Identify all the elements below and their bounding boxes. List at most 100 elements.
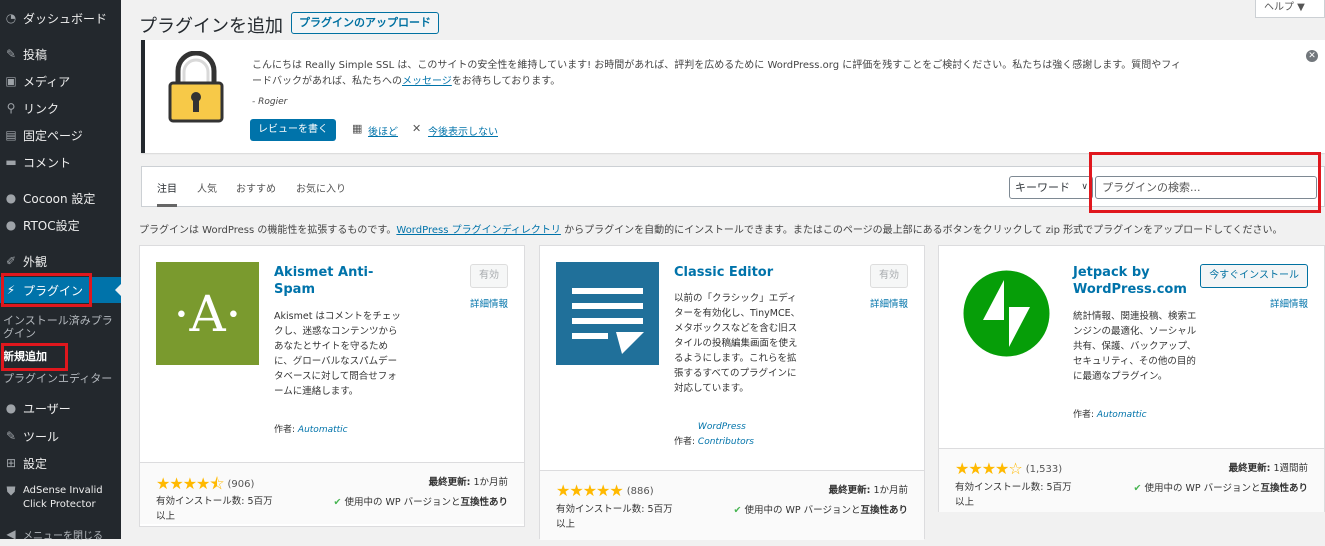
plugin-name[interactable]: Jetpack by WordPress.com	[1073, 264, 1191, 298]
plugin-author: 作者: Automattic	[1073, 408, 1147, 423]
updated-label: 最終更新:	[428, 477, 471, 488]
menu-rtoc[interactable]: ● RTOC設定	[0, 213, 121, 237]
author-link[interactable]: Automattic	[298, 425, 348, 435]
more-details-link[interactable]: 詳細情報	[470, 296, 508, 310]
chevron-down-icon: ∨	[1081, 182, 1088, 192]
tab-favorites[interactable]: お気に入り	[296, 180, 346, 195]
plugin-name[interactable]: Classic Editor	[674, 264, 804, 281]
star-rating: ★★★★★ (886)	[556, 481, 654, 500]
last-updated: 最終更新: 1週間前	[1229, 460, 1308, 474]
user-icon: ●	[5, 401, 17, 415]
tool-icon: ✎	[5, 429, 17, 443]
tab-recommended[interactable]: おすすめ	[236, 180, 276, 195]
dismiss-x-icon: ✕	[412, 122, 422, 135]
menu-label: 投稿	[23, 47, 48, 62]
jetpack-logo-icon[interactable]	[955, 262, 1058, 365]
search-type-select[interactable]: キーワード ∨	[1009, 176, 1093, 199]
menu-label: Cocoon 設定	[23, 191, 96, 206]
lock-icon	[168, 51, 224, 123]
highlight-add-new	[1, 343, 68, 371]
active-installs: 有効インストール数: 5百万以上	[556, 504, 673, 530]
description-after: からプラグインを自動的にインストールできます。またはこのページの最上部にあるボタ…	[560, 225, 1283, 236]
plugin-directory-link[interactable]: WordPress プラグインディレクトリ	[396, 225, 561, 236]
check-icon: ✔	[733, 505, 742, 516]
compat-bold: 互換性あり	[1260, 483, 1308, 494]
plugin-author: 作者: WordPress Contributors	[674, 420, 778, 450]
menu-settings[interactable]: ⊞ 設定	[0, 451, 121, 475]
submenu-installed-plugins[interactable]: インストール済みプラグイン	[3, 314, 113, 340]
tab-popular[interactable]: 人気	[197, 180, 217, 195]
compat-bold: 互換性あり	[460, 497, 508, 508]
menu-collapse[interactable]: ◀ メニューを閉じる	[0, 522, 121, 546]
menu-posts[interactable]: ✎ 投稿	[0, 42, 121, 66]
menu-dashboard[interactable]: ◔ ダッシュボード	[0, 6, 121, 30]
updated-label: 最終更新:	[1228, 463, 1271, 474]
submenu-plugin-editor[interactable]: プラグインエディター	[3, 372, 112, 385]
never-show-link[interactable]: 今後表示しない	[428, 123, 498, 138]
later-link[interactable]: 後ほど	[368, 123, 398, 138]
shield-icon: ⛊	[6, 484, 16, 498]
rating-count[interactable]: (1,533)	[1026, 464, 1062, 475]
menu-cocoon[interactable]: ● Cocoon 設定	[0, 186, 121, 210]
link-icon: ⚲	[6, 101, 16, 115]
akismet-logo-icon[interactable]: ·A·	[156, 262, 259, 365]
settings-icon: ⊞	[5, 456, 17, 470]
tab-featured[interactable]: 注目	[157, 180, 177, 207]
updated-label: 最終更新:	[828, 485, 871, 496]
menu-label: 設定	[23, 456, 48, 471]
menu-comments[interactable]: ▬ コメント	[0, 150, 121, 174]
plugin-card-jetpack: Jetpack by WordPress.com 今すぐインストール 詳細情報 …	[938, 245, 1325, 512]
updated-value: 1週間前	[1273, 463, 1308, 474]
help-tab[interactable]: ヘルプ ▼	[1255, 0, 1325, 18]
menu-pages[interactable]: ▤ 固定ページ	[0, 123, 121, 147]
last-updated: 最終更新: 1か月前	[429, 474, 508, 488]
star-rating: ★★★★☆ (1,533)	[955, 459, 1062, 478]
menu-label: ユーザー	[23, 401, 71, 416]
menu-label: ツール	[23, 429, 60, 444]
plugin-description: 以前の「クラシック」エディターを有効化し、TinyMCE、メタボックスなどを含む…	[674, 293, 801, 394]
rating-count[interactable]: (906)	[228, 479, 255, 490]
menu-adsense[interactable]: ⛊ AdSense Invalid Click Protector	[0, 484, 121, 514]
updated-value: 1か月前	[873, 485, 908, 496]
menu-tools[interactable]: ✎ ツール	[0, 424, 121, 448]
upload-plugin-button[interactable]: プラグインのアップロード	[291, 12, 439, 34]
notice-text-end: をお待ちしております。	[451, 76, 561, 87]
stars: ★★★★★	[556, 481, 624, 500]
plugin-description: Akismet はコメントをチェックし、迷惑なコンテンツからあなたとサイトを守る…	[274, 311, 401, 397]
stars: ★★★★☆	[955, 459, 1023, 478]
more-details-link[interactable]: 詳細情報	[1270, 296, 1308, 310]
classic-editor-logo-icon[interactable]	[556, 262, 659, 365]
author-link[interactable]: Automattic	[1097, 410, 1147, 420]
comment-icon: ▬	[5, 155, 17, 169]
plugin-name[interactable]: Akismet Anti-Spam	[274, 264, 384, 298]
menu-users[interactable]: ● ユーザー	[0, 396, 121, 420]
menu-links[interactable]: ⚲ リンク	[0, 96, 121, 120]
rating-count[interactable]: (886)	[627, 486, 654, 497]
menu-media[interactable]: ▣ メディア	[0, 69, 121, 93]
install-now-button[interactable]: 今すぐインストール	[1200, 264, 1308, 288]
message-link[interactable]: メッセージ	[402, 76, 452, 87]
menu-label: RTOC設定	[23, 218, 80, 233]
menu-appearance[interactable]: ✐ 外観	[0, 249, 121, 273]
active-button: 有効	[870, 264, 908, 288]
check-icon: ✔	[1133, 483, 1142, 494]
plugin-card-footer: ★★★★★ (886) 最終更新: 1か月前 有効インストール数: 5百万以上 ✔…	[540, 470, 924, 540]
compatibility: ✔ 使用中の WP バージョンと互換性あり	[334, 494, 509, 508]
write-review-button[interactable]: レビューを書く	[250, 119, 336, 141]
menu-label: リンク	[23, 101, 60, 116]
plugin-card-classic-editor: Classic Editor 有効 詳細情報 以前の「クラシック」エディターを有…	[539, 245, 925, 540]
notice-signature: - Rogier	[252, 97, 288, 107]
highlight-search-box	[1089, 152, 1321, 213]
ssl-review-notice: こんにちは Really Simple SSL は、このサイトの安全性を維持して…	[141, 40, 1325, 153]
menu-label: ダッシュボード	[23, 11, 108, 26]
search-type-value: キーワード	[1015, 181, 1070, 194]
updated-value: 1か月前	[473, 477, 508, 488]
main-content: プラグインを追加 プラグインのアップロード ヘルプ ▼ こんにちは Really…	[121, 0, 1325, 540]
more-details-link[interactable]: 詳細情報	[870, 296, 908, 310]
close-icon[interactable]: ✕	[1306, 50, 1318, 62]
author-link[interactable]: WordPress Contributors	[698, 420, 778, 450]
active-installs: 有効インストール数: 5百万以上	[955, 482, 1072, 508]
menu-label: 固定ページ	[23, 128, 83, 143]
admin-sidebar: ◔ ダッシュボード ✎ 投稿 ▣ メディア ⚲ リンク ▤ 固定ページ ▬ コメント ● Co…	[0, 0, 122, 542]
media-icon: ▣	[5, 74, 17, 88]
